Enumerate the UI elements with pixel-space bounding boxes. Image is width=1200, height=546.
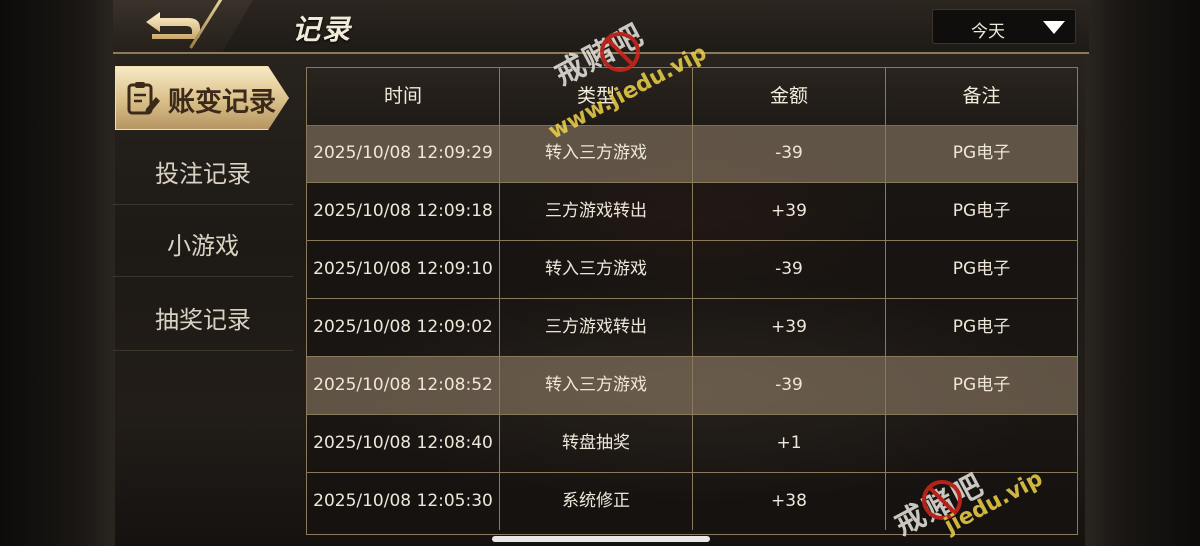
table-row: 2025/10/08 12:09:29 转入三方游戏 -39 PG电子 — [307, 125, 1077, 183]
cell-note: PG电子 — [952, 375, 1011, 395]
cell-type: 转入三方游戏 — [500, 241, 693, 298]
sidebar-item-mini-games[interactable]: 小游戏 — [113, 206, 293, 277]
clipboard-edit-icon — [127, 82, 160, 115]
cell-amount: -39 — [693, 357, 886, 414]
cell-note: PG电子 — [952, 317, 1011, 337]
sidebar-item-label: 账变记录 — [168, 87, 276, 118]
cell-time: 2025/10/08 12:08:52 — [307, 357, 500, 414]
date-filter-value: 今天 — [971, 22, 1005, 42]
sidebar-item-label: 小游戏 — [167, 232, 239, 260]
table-row: 2025/10/08 12:09:18 三方游戏转出 +39 PG电子 — [307, 183, 1077, 241]
column-header-note: 备注 — [962, 85, 1001, 107]
cell-note: PG电子 — [952, 259, 1011, 279]
table-row: 2025/10/08 12:05:30 系统修正 +38 — [307, 473, 1077, 531]
table-row: 2025/10/08 12:08:40 转盘抽奖 +1 — [307, 415, 1077, 473]
cell-time: 2025/10/08 12:09:02 — [307, 299, 500, 356]
sidebar-item-label: 投注记录 — [155, 160, 251, 188]
cell-amount: +38 — [693, 473, 886, 530]
sidebar-item-bet-records[interactable]: 投注记录 — [113, 134, 293, 205]
cell-type: 系统修正 — [500, 473, 693, 530]
page-title: 记录 — [292, 13, 353, 46]
cell-amount: -39 — [693, 125, 886, 182]
cell-time: 2025/10/08 12:09:10 — [307, 241, 500, 298]
sidebar: 账变记录 投注记录 小游戏 抽奖记录 — [113, 60, 305, 546]
cell-note — [886, 415, 1077, 472]
sidebar-item-balance-records[interactable]: 账变记录 — [115, 66, 289, 130]
date-filter-dropdown[interactable]: 今天 — [932, 9, 1076, 44]
right-decoration — [1085, 0, 1200, 546]
cell-type: 三方游戏转出 — [500, 183, 693, 240]
cell-time: 2025/10/08 12:08:40 — [307, 415, 500, 472]
cell-note — [886, 473, 1077, 530]
column-header-amount: 金额 — [693, 68, 886, 125]
chevron-down-icon — [1043, 21, 1065, 34]
cell-amount: +1 — [693, 415, 886, 472]
cell-type: 转入三方游戏 — [500, 357, 693, 414]
sidebar-item-label: 抽奖记录 — [155, 306, 251, 334]
table-row: 2025/10/08 12:08:52 转入三方游戏 -39 PG电子 — [307, 357, 1077, 415]
cell-amount: -39 — [693, 241, 886, 298]
cell-time: 2025/10/08 12:09:18 — [307, 183, 500, 240]
column-header-type: 类型 — [500, 68, 693, 125]
sidebar-item-lottery-records[interactable]: 抽奖记录 — [113, 280, 293, 351]
cell-note: PG电子 — [952, 201, 1011, 221]
records-table: 时间 类型 金额 备注 2025/10/08 12:09:29 转入三方游戏 -… — [306, 67, 1078, 535]
cell-amount: +39 — [693, 183, 886, 240]
column-header-time: 时间 — [307, 68, 500, 125]
cell-note: PG电子 — [952, 143, 1011, 163]
cell-time: 2025/10/08 12:05:30 — [307, 473, 500, 530]
table-row: 2025/10/08 12:09:02 三方游戏转出 +39 PG电子 — [307, 299, 1077, 357]
home-indicator[interactable] — [492, 536, 710, 542]
table-row: 2025/10/08 12:09:10 转入三方游戏 -39 PG电子 — [307, 241, 1077, 299]
left-decoration — [0, 0, 115, 546]
table-header: 时间 类型 金额 备注 — [307, 68, 1077, 126]
cell-type: 三方游戏转出 — [500, 299, 693, 356]
cell-time: 2025/10/08 12:09:29 — [307, 125, 500, 182]
cell-amount: +39 — [693, 299, 886, 356]
cell-type: 转入三方游戏 — [500, 125, 693, 182]
cell-type: 转盘抽奖 — [500, 415, 693, 472]
